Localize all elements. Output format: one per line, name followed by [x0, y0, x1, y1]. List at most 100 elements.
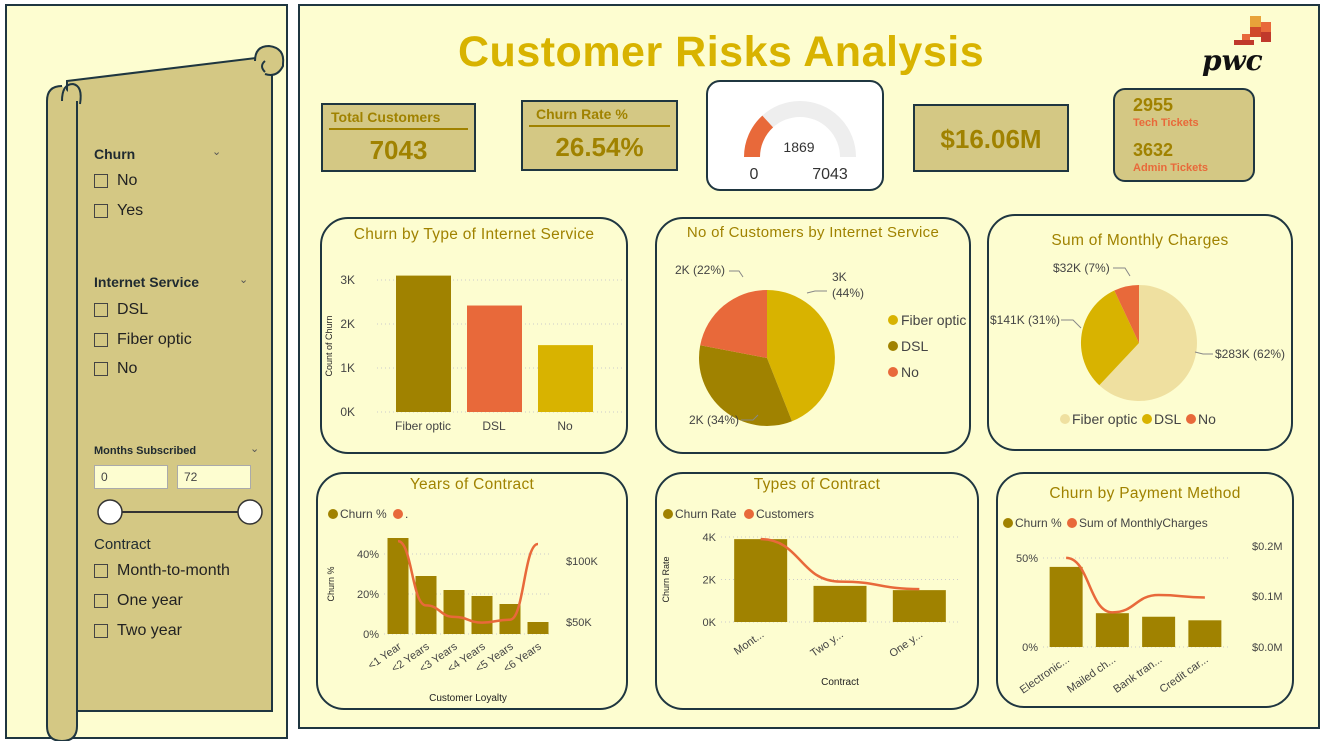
legend-marker	[1067, 518, 1077, 528]
legend-label: DSL	[901, 338, 928, 354]
chevron-down-icon[interactable]: ⌄	[212, 145, 221, 158]
checkbox[interactable]	[94, 624, 108, 638]
slider-handle-min[interactable]	[97, 499, 123, 525]
revenue-value: $16.06M	[940, 124, 1042, 154]
internet-option-fiber[interactable]: Fiber optic	[94, 331, 192, 349]
y-tick-label: 0%	[363, 629, 379, 641]
months-slider[interactable]	[94, 498, 266, 526]
tech-tickets-value: 2955	[1133, 95, 1174, 115]
label-leader	[1194, 351, 1213, 355]
x-tick-label: Credit car...	[1158, 654, 1211, 696]
chart-title: Sum of Monthly Charges	[1051, 232, 1229, 249]
x-tick-label: Bank tran...	[1111, 654, 1164, 696]
y2-tick-label: $0.0M	[1252, 642, 1283, 654]
churn-option-yes[interactable]: Yes	[94, 202, 143, 220]
checkbox[interactable]	[94, 174, 108, 188]
total-customers-value: 7043	[369, 135, 428, 165]
y2-tick-label: $0.1M	[1252, 591, 1283, 603]
data-label: 2K (22%)	[675, 263, 725, 277]
checkbox[interactable]	[94, 303, 108, 317]
chart-title: Churn by Type of Internet Service	[353, 226, 595, 243]
monthly-charges-card: Sum of Monthly Charges $283K (62%) $141K …	[987, 214, 1293, 451]
legend-marker	[888, 367, 898, 377]
label-leader	[1061, 319, 1082, 329]
legend-marker	[888, 341, 898, 351]
churn-option-no[interactable]: No	[94, 172, 137, 190]
bar	[1095, 613, 1129, 647]
types-of-contract-card: Types of Contract Churn Rate Customers 0K 2…	[655, 472, 979, 710]
y2-tick-label: $50K	[566, 617, 592, 629]
y-tick-label: 0K	[703, 617, 717, 629]
legend-label: No	[901, 364, 919, 380]
revenue-card: $16.06M	[913, 104, 1069, 172]
chart-title: No of Customers by Internet Service	[686, 224, 940, 241]
years-of-contract-card: Years of Contract Churn %. 0% 20% 40% $50K $1…	[316, 472, 628, 710]
churn-by-internet-chart: 0K 1K 2K 3K Count of Churn Fiber optic DSL No	[324, 273, 622, 433]
months-filter-title: Months Subscribed	[94, 445, 197, 457]
bar	[471, 596, 493, 634]
legend-marker	[744, 509, 754, 519]
y-tick-label: 2K	[340, 317, 355, 331]
legend-marker	[328, 509, 338, 519]
kpi-label: Total Customers	[331, 109, 441, 125]
bar	[396, 275, 451, 412]
churn-by-internet-card: Churn by Type of Internet Service 0K 1K 2K…	[320, 217, 628, 454]
checkbox[interactable]	[94, 564, 108, 578]
pwc-logo: pwc	[1198, 16, 1288, 78]
checkbox[interactable]	[94, 204, 108, 218]
tech-tickets-label: Tech Tickets	[1133, 117, 1199, 129]
gauge-chart: 1869 0 7043	[744, 101, 856, 183]
bar	[1049, 566, 1083, 647]
slider-handle-max[interactable]	[237, 499, 263, 525]
chevron-down-icon[interactable]: ⌄	[239, 273, 248, 286]
data-label: 2K (34%)	[689, 413, 739, 427]
chevron-down-icon[interactable]: ⌄	[250, 442, 259, 455]
y-tick-label: 1K	[340, 361, 355, 375]
monthly-charges-chart: $283K (62%) $141K (31%) $32K (7%) Fiber opt…	[990, 261, 1285, 427]
payment-method-card: Churn by Payment Method Churn % Sum of Mo…	[996, 472, 1294, 708]
x-tick-label: Two y...	[808, 629, 845, 660]
years-of-contract-chart: Churn % . 0% 20% 40% $50K $100K Churn % Customer…	[326, 507, 598, 704]
chart-title: Churn by Payment Method	[1049, 485, 1241, 502]
label-leader	[806, 290, 827, 294]
internet-option-dsl[interactable]: DSL	[94, 301, 148, 319]
gauge-fill	[744, 115, 774, 158]
contract-option-one-year[interactable]: One year	[94, 592, 183, 610]
legend-marker	[1186, 414, 1196, 424]
data-label: (44%)	[832, 286, 864, 300]
y-tick-label: 3K	[340, 273, 355, 287]
filter-panel: Churn ⌄ No Yes Internet Service ⌄ DSL Fi…	[5, 4, 288, 741]
legend-label: Customers	[756, 507, 814, 521]
bar	[1188, 620, 1222, 647]
legend-marker	[663, 509, 673, 519]
chart-title: Years of Contract	[409, 476, 535, 493]
pwc-logo-text: pwc	[1202, 44, 1263, 77]
admin-tickets-value: 3632	[1133, 140, 1174, 160]
checkbox[interactable]	[94, 362, 108, 376]
x-tick-label: Fiber optic	[395, 419, 451, 433]
x-tick-label: Mailed ch...	[1065, 654, 1118, 696]
legend-marker	[1142, 414, 1152, 424]
x-axis-label: Contract	[821, 677, 859, 688]
legend-label: Fiber optic	[901, 312, 966, 328]
y-tick-label: 4K	[703, 532, 717, 544]
total-customers-card: Total Customers 7043	[321, 103, 476, 172]
bar	[387, 538, 409, 634]
y-tick-label: 40%	[357, 549, 379, 561]
internet-option-no[interactable]: No	[94, 360, 137, 378]
checkbox[interactable]	[94, 594, 108, 608]
contract-option-two-year[interactable]: Two year	[94, 622, 182, 640]
kpi-label: Churn Rate %	[536, 106, 628, 122]
bar	[734, 539, 788, 622]
legend-label: DSL	[1154, 411, 1181, 427]
x-tick-label: No	[557, 419, 573, 433]
churn-rate-card: Churn Rate % 26.54%	[521, 100, 678, 171]
admin-tickets-label: Admin Tickets	[1133, 162, 1208, 174]
customers-by-internet-chart: 3K (44%) 2K (34%) 2K (22%) Fiber optic DSL No	[675, 263, 966, 427]
data-label: $32K (7%)	[1053, 261, 1110, 275]
contract-option-monthly[interactable]: Month-to-month	[94, 562, 230, 580]
page-title: Customer Risks Analysis	[458, 28, 985, 76]
months-max-input[interactable]: 72	[177, 465, 251, 489]
months-min-input[interactable]: 0	[94, 465, 168, 489]
checkbox[interactable]	[94, 333, 108, 347]
